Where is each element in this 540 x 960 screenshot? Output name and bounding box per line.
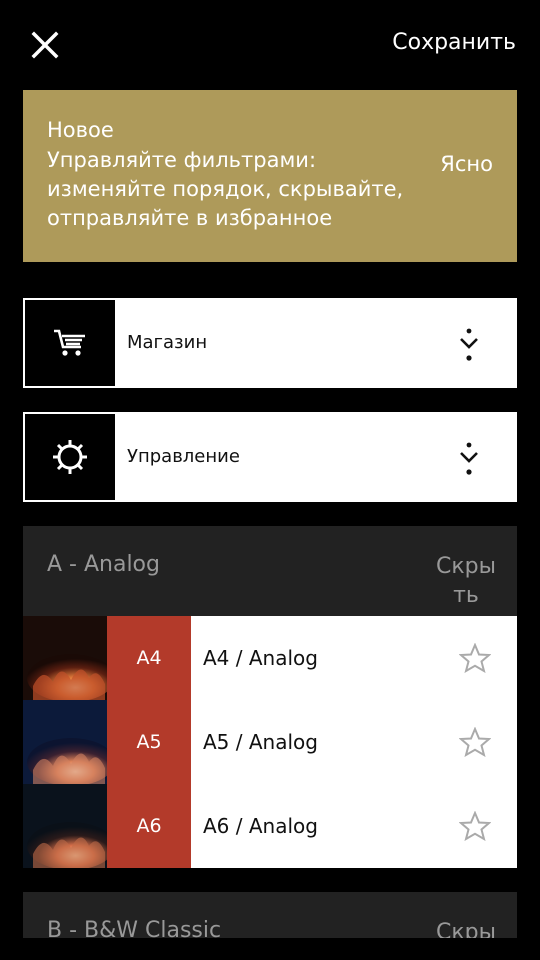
- star-icon[interactable]: [459, 643, 491, 673]
- menu-icon-box: [25, 414, 115, 500]
- top-bar: Сохранить: [0, 0, 540, 90]
- expand-icon: [460, 328, 478, 361]
- group-title: A - Analog: [47, 552, 160, 577]
- group-header: A - Analog Скрыть: [23, 526, 517, 616]
- filter-row[interactable]: A5 A5 / Analog: [23, 700, 517, 784]
- group-header: B - B&W Classic Скрыть: [23, 892, 517, 938]
- filter-code: A5: [107, 700, 191, 784]
- menu-item-label: Магазин: [127, 332, 208, 353]
- filter-code: A4: [107, 616, 191, 700]
- shopping-cart-icon: [54, 329, 85, 356]
- close-icon: [31, 31, 59, 59]
- star-icon[interactable]: [459, 727, 491, 757]
- filter-thumbnail: [23, 700, 107, 784]
- menu-icon-box: [25, 300, 115, 386]
- filter-thumbnail: [23, 616, 107, 700]
- group-title: B - B&W Classic: [47, 918, 222, 938]
- menu-item-shop[interactable]: Магазин: [23, 298, 517, 388]
- close-button[interactable]: [28, 28, 62, 62]
- menu-item-manage[interactable]: Управление: [23, 412, 517, 502]
- filter-name: A5 / Analog: [203, 730, 318, 754]
- filter-row[interactable]: A4 A4 / Analog: [23, 616, 517, 700]
- info-banner: Новое Управляйте фильтрами: изменяйте по…: [23, 90, 517, 262]
- banner-title: Новое: [47, 118, 114, 142]
- filter-group-analog: A - Analog Скрыть A4 A4 / Analog A5 A5 /…: [23, 526, 517, 868]
- expand-icon: [460, 442, 478, 475]
- filter-thumbnail: [23, 784, 107, 868]
- filter-group-bw-classic: B - B&W Classic Скрыть: [23, 892, 517, 938]
- filter-row[interactable]: A6 A6 / Analog: [23, 784, 517, 868]
- gear-icon: [53, 440, 87, 474]
- filter-name: A6 / Analog: [203, 814, 318, 838]
- filter-code: A6: [107, 784, 191, 868]
- hide-group-button[interactable]: Скрыть: [435, 552, 497, 610]
- banner-ok-button[interactable]: Ясно: [440, 152, 493, 176]
- save-button[interactable]: Сохранить: [392, 30, 516, 55]
- hide-group-button[interactable]: Скрыть: [435, 918, 497, 938]
- star-icon[interactable]: [459, 811, 491, 841]
- banner-text: Управляйте фильтрами: изменяйте порядок,…: [47, 148, 404, 230]
- menu-item-label: Управление: [127, 446, 240, 467]
- filter-name: A4 / Analog: [203, 646, 318, 670]
